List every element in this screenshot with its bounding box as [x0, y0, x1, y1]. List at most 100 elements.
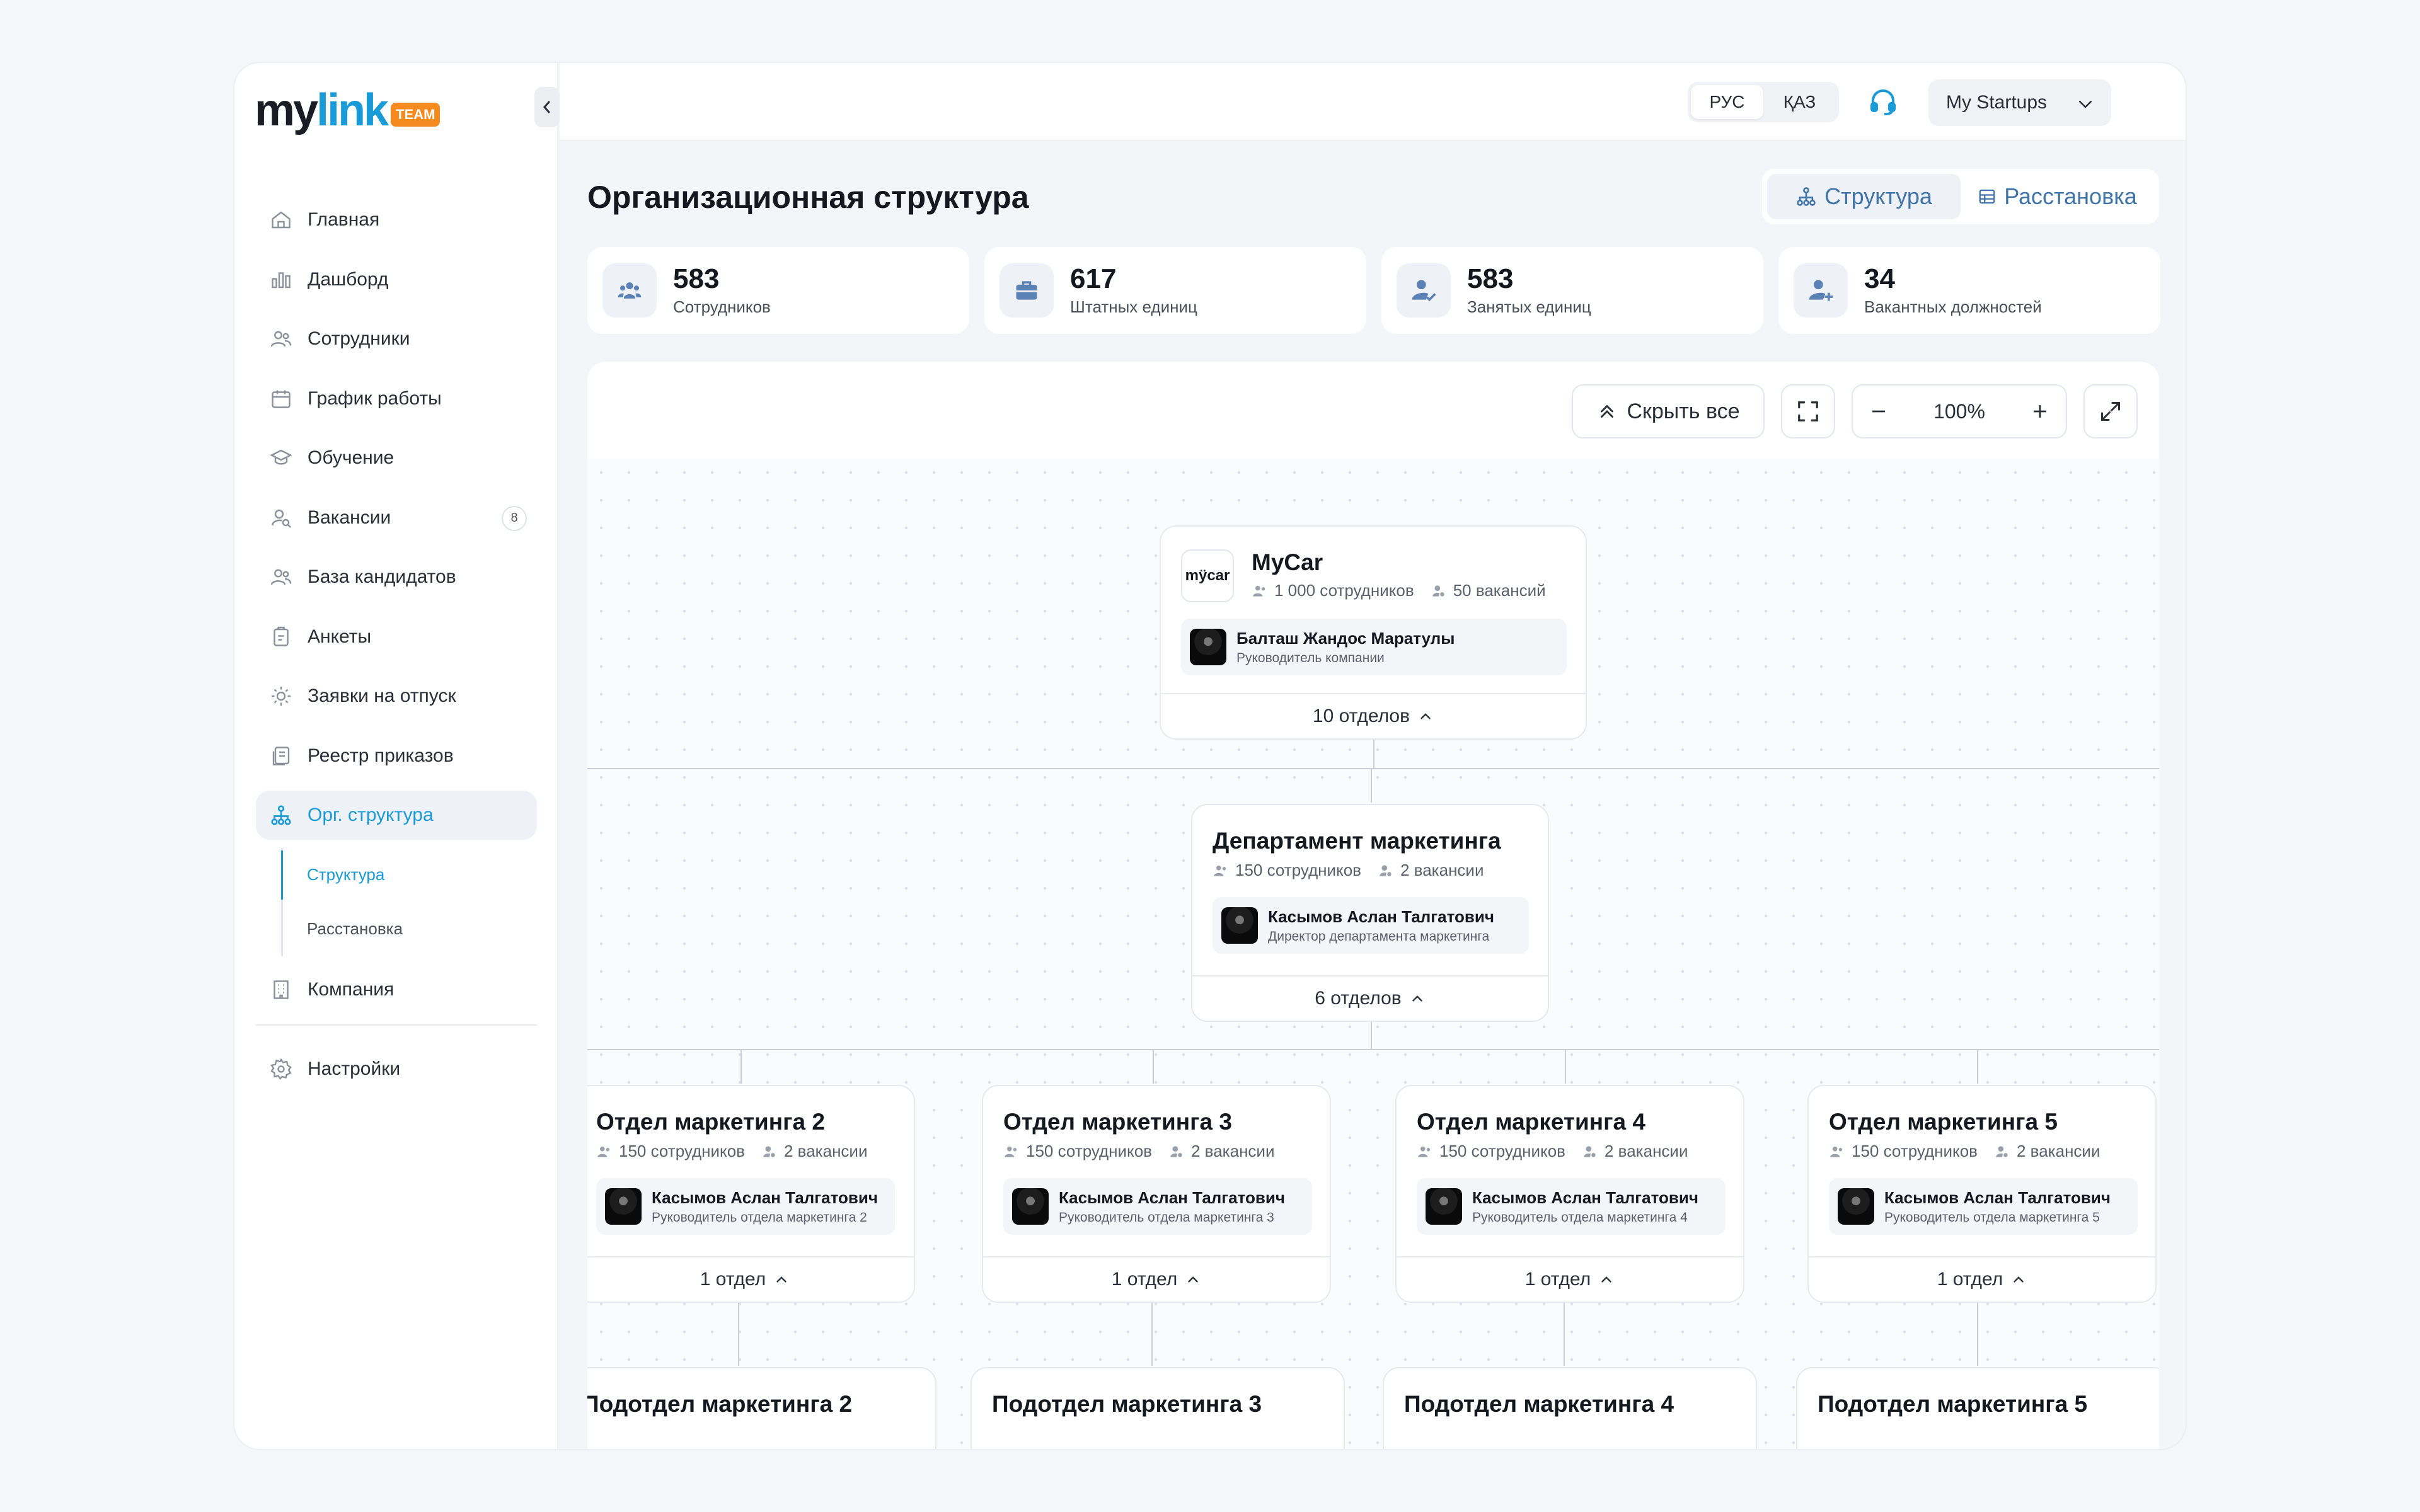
stat-value: 617: [1070, 263, 1117, 295]
sidebar-item-label: Настройки: [308, 1058, 401, 1079]
stat-value: 583: [1467, 263, 1514, 295]
org-chart-canvas[interactable]: Скрыть все 100% mÿcar MyCar 1 000 сотруд…: [587, 362, 2159, 1449]
org-node-unit-3[interactable]: Отдел маркетинга 3 150 сотрудников 2 вак…: [982, 1085, 1331, 1303]
vacancies-count: 50 вакансий: [1453, 581, 1546, 600]
stat-value: 34: [1864, 263, 1895, 295]
chevron-up-icon: [776, 1276, 786, 1283]
subnav-item-structure[interactable]: Структура: [307, 848, 537, 902]
vacancies-meta: 2 вакансии: [1994, 1142, 2100, 1161]
tab-structure[interactable]: Структура: [1767, 174, 1961, 219]
gear-icon: [268, 1057, 294, 1082]
node-manager[interactable]: Касымов Аслан Талгатович Руководитель отд…: [596, 1178, 895, 1235]
subunits-count: 1 отдел: [1524, 1269, 1591, 1290]
node-manager[interactable]: Касымов Аслан Талгатович Руководитель отд…: [1003, 1178, 1312, 1235]
org-node-subunit-5[interactable]: Подотдел маркетинга 5: [1796, 1367, 2159, 1449]
stats-row: 583 Сотрудников 617 Штатных единиц 583 Заня…: [587, 247, 2160, 334]
manager-avatar: [1426, 1188, 1462, 1225]
users-icon: [1214, 865, 1226, 876]
sidebar-item-label: Вакансии: [308, 507, 391, 528]
manager-role: Руководитель отдела маркетинга 3: [1059, 1210, 1274, 1225]
node-title: Отдел маркетинга 2: [596, 1109, 825, 1135]
user-search-icon: [1432, 585, 1444, 597]
sidebar-item-candidates[interactable]: База кандидатов: [256, 553, 537, 602]
sidebar-divider: [256, 1024, 537, 1026]
sidebar-item-settings[interactable]: Настройки: [256, 1045, 537, 1094]
node-expand-toggle[interactable]: 1 отдел: [983, 1256, 1330, 1302]
logo-link: link: [316, 85, 389, 135]
org-node-unit-2[interactable]: Отдел маркетинга 2 150 сотрудников 2 вак…: [587, 1085, 915, 1303]
stat-label: Сотрудников: [673, 297, 771, 316]
main-content: Организационная структура Структура Расс…: [560, 141, 2186, 1449]
node-expand-toggle[interactable]: 1 отдел: [587, 1256, 914, 1302]
hierarchy-icon: [1797, 187, 1816, 206]
node-expand-toggle[interactable]: 1 отдел: [1397, 1256, 1743, 1302]
node-meta: 150 сотрудников 2 вакансии: [1417, 1142, 1688, 1161]
workspace-selector[interactable]: My Startups: [1928, 79, 2111, 126]
brand-logo[interactable]: mylink TEAM: [255, 82, 441, 139]
sidebar-item-label: Заявки на отпуск: [308, 685, 456, 706]
node-title: MyCar: [1252, 549, 1323, 575]
employees-meta: 150 сотрудников: [1003, 1142, 1152, 1161]
node-manager[interactable]: Касымов Аслан Талгатович Руководитель отд…: [1417, 1178, 1726, 1235]
node-manager[interactable]: Касымов Аслан Талгатович Директор департа…: [1213, 897, 1529, 954]
sidebar-item-company[interactable]: Компания: [256, 965, 537, 1014]
stat-label: Занятых единиц: [1467, 297, 1591, 316]
sidebar-item-orders-registry[interactable]: Реестр приказов: [256, 731, 537, 781]
view-toggle: Структура Расстановка: [1762, 169, 2159, 224]
manager-role: Директор департамента маркетинга: [1268, 929, 1490, 944]
org-node-unit-4[interactable]: Отдел маркетинга 4 150 сотрудников 2 вак…: [1395, 1085, 1744, 1303]
sidebar-item-org-structure[interactable]: Орг. структура: [256, 791, 537, 840]
stat-label: Штатных единиц: [1070, 297, 1197, 316]
vacancies-count-badge: 8: [502, 505, 527, 531]
sidebar-item-forms[interactable]: Анкеты: [256, 612, 537, 662]
sidebar-item-label: Обучение: [308, 447, 395, 468]
team-icon: [602, 263, 657, 318]
node-manager[interactable]: Балташ Жандос Маратулы Руководитель компа…: [1181, 619, 1567, 675]
org-node-unit-5[interactable]: Отдел маркетинга 5 150 сотрудников 2 вак…: [1807, 1085, 2157, 1303]
sidebar-item-label: Анкеты: [308, 626, 372, 647]
stat-card-vacant-positions: 34 Вакантных должностей: [1778, 247, 2160, 334]
employees-count: 1 000 сотрудников: [1274, 581, 1414, 600]
sidebar-item-employees[interactable]: Сотрудники: [256, 314, 537, 364]
sidebar-item-dashboard[interactable]: Дашборд: [256, 255, 537, 304]
lang-option-ru[interactable]: РУС: [1691, 85, 1763, 119]
org-node-department[interactable]: Департамент маркетинга 150 сотрудников 2…: [1191, 804, 1549, 1022]
chevron-up-icon: [1188, 1276, 1198, 1283]
manager-role: Руководитель отдела маркетинга 5: [1884, 1210, 2100, 1225]
chevron-up-icon: [1412, 995, 1422, 1002]
node-expand-toggle[interactable]: 1 отдел: [1809, 1256, 2155, 1302]
chevron-up-icon: [1420, 713, 1431, 719]
node-expand-toggle[interactable]: 6 отделов: [1192, 975, 1548, 1021]
subnav-item-placement[interactable]: Расстановка: [307, 902, 537, 956]
sidebar-item-training[interactable]: Обучение: [256, 433, 537, 483]
chevron-up-icon: [1601, 1276, 1611, 1283]
node-title: Отдел маркетинга 3: [1003, 1109, 1232, 1135]
vacancies-meta: 50 вакансий: [1431, 581, 1546, 600]
sidebar-item-label: Орг. структура: [308, 805, 434, 825]
manager-name: Касымов Аслан Талгатович: [1059, 1188, 1285, 1207]
node-title: Отдел маркетинга 5: [1829, 1109, 2058, 1135]
stat-label: Вакантных должностей: [1864, 297, 2042, 316]
org-node-company[interactable]: mÿcar MyCar 1 000 сотрудников 50 ваканси…: [1160, 525, 1587, 740]
sidebar-item-schedule[interactable]: График работы: [256, 374, 537, 423]
sidebar-item-home[interactable]: Главная: [256, 195, 537, 244]
org-node-subunit-2[interactable]: Подотдел маркетинга 2: [587, 1367, 936, 1449]
support-headset-icon[interactable]: [1868, 87, 1898, 117]
users-icon: [1418, 1146, 1431, 1157]
org-node-subunit-4[interactable]: Подотдел маркетинга 4: [1383, 1367, 1757, 1449]
sidebar-item-vacancies[interactable]: Вакансии 8: [256, 493, 537, 542]
node-manager[interactable]: Касымов Аслан Талгатович Руководитель отд…: [1829, 1178, 2138, 1235]
org-node-subunit-3[interactable]: Подотдел маркетинга 3: [971, 1367, 1345, 1449]
node-expand-toggle[interactable]: 10 отделов: [1161, 693, 1586, 738]
manager-avatar: [1221, 907, 1258, 944]
subunits-count: 1 отдел: [1937, 1269, 2003, 1290]
sidebar-item-vacation-requests[interactable]: Заявки на отпуск: [256, 672, 537, 721]
user-search-icon: [763, 1145, 775, 1157]
team-badge: TEAM: [391, 103, 441, 127]
user-search-icon: [1170, 1145, 1182, 1157]
users-icon: [597, 1146, 610, 1157]
lang-option-kz[interactable]: ҚАЗ: [1763, 85, 1836, 119]
logo-my: my: [255, 85, 318, 135]
tab-placement[interactable]: Расстановка: [1961, 174, 2154, 219]
collapse-sidebar-button[interactable]: [534, 87, 560, 127]
